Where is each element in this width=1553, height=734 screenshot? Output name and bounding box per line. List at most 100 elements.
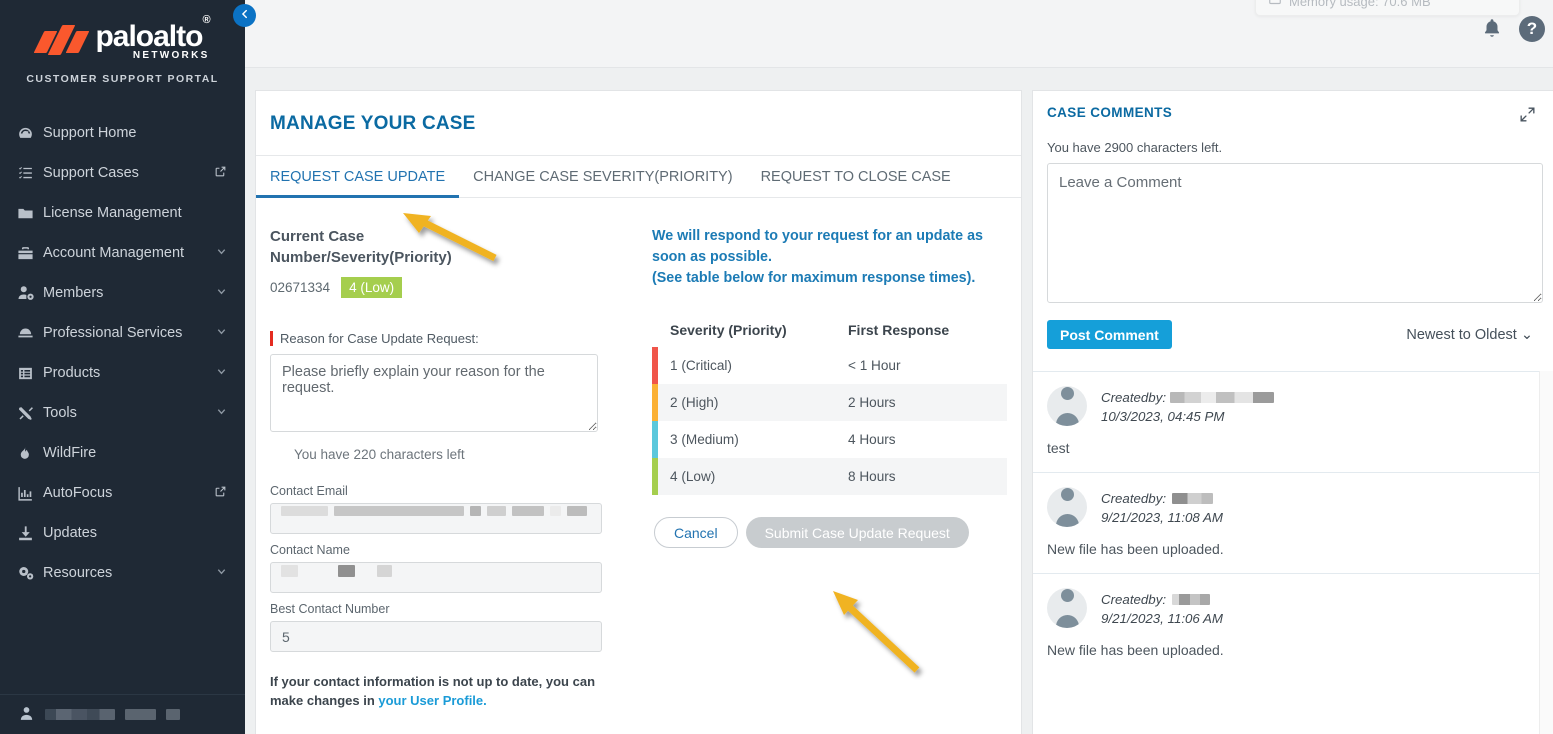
comment-list-scrollbar[interactable] (1539, 371, 1553, 734)
created-by-label: Createdby: (1101, 388, 1166, 407)
expand-arrows-icon[interactable] (1518, 105, 1537, 127)
sidebar-item-products[interactable]: Products (0, 353, 245, 393)
redacted-contact-email (281, 506, 587, 516)
comment-sort-dropdown[interactable]: Newest to Oldest ⌄ (1406, 327, 1533, 343)
created-by-label: Createdby: (1101, 489, 1166, 508)
form-actions: Cancel Submit Case Update Request (652, 517, 1007, 548)
chevron-down-icon (216, 406, 227, 420)
cancel-button[interactable]: Cancel (654, 517, 738, 548)
submit-case-update-request-button[interactable]: Submit Case Update Request (746, 517, 969, 548)
reason-label-row: Reason for Case Update Request: (270, 331, 622, 346)
bar-chart-icon (17, 485, 43, 502)
comment-body: test (1047, 440, 1537, 456)
table-row: 1 (Critical) < 1 Hour (652, 347, 1007, 384)
app-root: paloalto® NETWORKS CUSTOMER SUPPORT PORT… (0, 0, 1553, 734)
sidebar-item-professional-services[interactable]: Professional Services (0, 313, 245, 353)
severity-color-bar (652, 458, 658, 495)
sidebar-item-label: Updates (43, 525, 227, 541)
brand-block: paloalto® NETWORKS CUSTOMER SUPPORT PORT… (0, 0, 245, 91)
profile-update-note: If your contact information is not up to… (270, 672, 600, 710)
redacted-username (45, 709, 115, 720)
reason-chars-left: You have 220 characters left (294, 447, 622, 462)
current-case-label-line2: Number/Severity(Priority) (270, 247, 622, 268)
sidebar-item-license-management[interactable]: License Management (0, 193, 245, 233)
post-comment-button[interactable]: Post Comment (1047, 320, 1172, 349)
comment-body: New file has been uploaded. (1047, 541, 1537, 557)
redacted-author-name (1172, 594, 1210, 605)
severity-response-table: Severity (Priority) First Response 1 (Cr… (652, 322, 1007, 495)
first-response-column-header: First Response (848, 322, 949, 338)
best-contact-number-input[interactable] (270, 621, 602, 652)
user-avatar-icon (18, 705, 35, 725)
required-indicator (270, 331, 273, 346)
flame-icon (17, 445, 43, 462)
sidebar-item-label: Support Home (43, 125, 227, 141)
case-number: 02671334 (270, 280, 330, 295)
current-case-label-line1: Current Case (270, 226, 622, 247)
response-note-line1: We will respond to your request for an u… (652, 226, 1004, 268)
sidebar-item-autofocus[interactable]: AutoFocus (0, 473, 245, 513)
top-bar: Memory usage: 70.6 MB ? (245, 0, 1553, 68)
tab-request-to-close-case[interactable]: REQUEST TO CLOSE CASE (747, 156, 965, 197)
sidebar-item-label: Products (43, 365, 216, 381)
external-link-icon (214, 485, 227, 502)
logo-word-text: paloalto (95, 20, 202, 53)
first-response-cell: 4 Hours (848, 432, 896, 447)
logo-wordmark: paloalto® (95, 18, 209, 51)
tab-request-case-update[interactable]: REQUEST CASE UPDATE (256, 156, 459, 197)
sidebar-item-members[interactable]: Members (0, 273, 245, 313)
sidebar-item-label: Resources (43, 565, 216, 581)
sidebar-item-account-management[interactable]: Account Management (0, 233, 245, 273)
sidebar-item-wildfire[interactable]: WildFire (0, 433, 245, 473)
help-question-icon[interactable]: ? (1519, 16, 1545, 42)
memory-icon (1268, 0, 1282, 10)
severity-cell: 1 (Critical) (670, 358, 732, 373)
sidebar-item-tools[interactable]: Tools (0, 393, 245, 433)
contact-email-label: Contact Email (270, 484, 622, 498)
comment-chars-left: You have 2900 characters left. (1033, 127, 1553, 155)
comment-timestamp: 9/21/2023, 11:08 AM (1101, 508, 1223, 527)
bell-icon[interactable] (1481, 17, 1503, 42)
portal-title: CUSTOMER SUPPORT PORTAL (0, 73, 245, 85)
sidebar-collapse-button[interactable] (233, 4, 256, 27)
reason-textarea[interactable] (270, 354, 598, 432)
topbar-icon-group: ? (1481, 16, 1545, 42)
tab-label: CHANGE CASE SEVERITY(PRIORITY) (473, 169, 732, 185)
severity-color-bar (652, 421, 658, 458)
briefcase-icon (17, 245, 43, 262)
severity-color-bar (652, 384, 658, 421)
redacted-author-name (1172, 493, 1213, 504)
sidebar-item-label: Support Cases (43, 165, 214, 181)
case-comments-card: CASE COMMENTS You have 2900 characters l… (1032, 90, 1553, 734)
response-note: We will respond to your request for an u… (652, 226, 1004, 289)
sidebar-item-label: Account Management (43, 245, 216, 261)
user-profile-link[interactable]: your User Profile. (378, 693, 486, 708)
redacted-contact-name (281, 565, 392, 577)
first-response-cell: 8 Hours (848, 469, 896, 484)
table-row: 2 (High) 2 Hours (652, 384, 1007, 421)
case-tabs: REQUEST CASE UPDATE CHANGE CASE SEVERITY… (256, 155, 1021, 198)
sidebar-item-support-home[interactable]: Support Home (0, 113, 245, 153)
sidebar-user-footer[interactable] (0, 694, 245, 734)
case-form-left-column: Current Case Number/Severity(Priority) 0… (256, 226, 622, 710)
comment-meta: Createdby: 9/21/2023, 11:06 AM (1101, 588, 1223, 628)
avatar (1047, 487, 1087, 527)
severity-color-bar (652, 347, 658, 384)
case-severity-badge: 4 (Low) (341, 277, 402, 298)
gears-icon (17, 564, 43, 582)
logo: paloalto® NETWORKS (0, 18, 245, 61)
tab-change-case-severity[interactable]: CHANGE CASE SEVERITY(PRIORITY) (459, 156, 746, 197)
bell-desk-icon (17, 325, 43, 342)
comment-timestamp: 9/21/2023, 11:06 AM (1101, 609, 1223, 628)
first-response-cell: < 1 Hour (848, 358, 901, 373)
sidebar-item-support-cases[interactable]: Support Cases (0, 153, 245, 193)
comment-body: New file has been uploaded. (1047, 642, 1537, 658)
sidebar-item-resources[interactable]: Resources (0, 553, 245, 593)
sidebar-item-label: AutoFocus (43, 485, 214, 501)
sidebar-item-updates[interactable]: Updates (0, 513, 245, 553)
sidebar-item-label: Professional Services (43, 325, 216, 341)
comment-textarea[interactable] (1047, 163, 1543, 303)
created-by-label: Createdby: (1101, 590, 1166, 609)
redacted-author-name (1170, 392, 1274, 403)
memory-usage-toast: Memory usage: 70.6 MB (1255, 0, 1520, 16)
